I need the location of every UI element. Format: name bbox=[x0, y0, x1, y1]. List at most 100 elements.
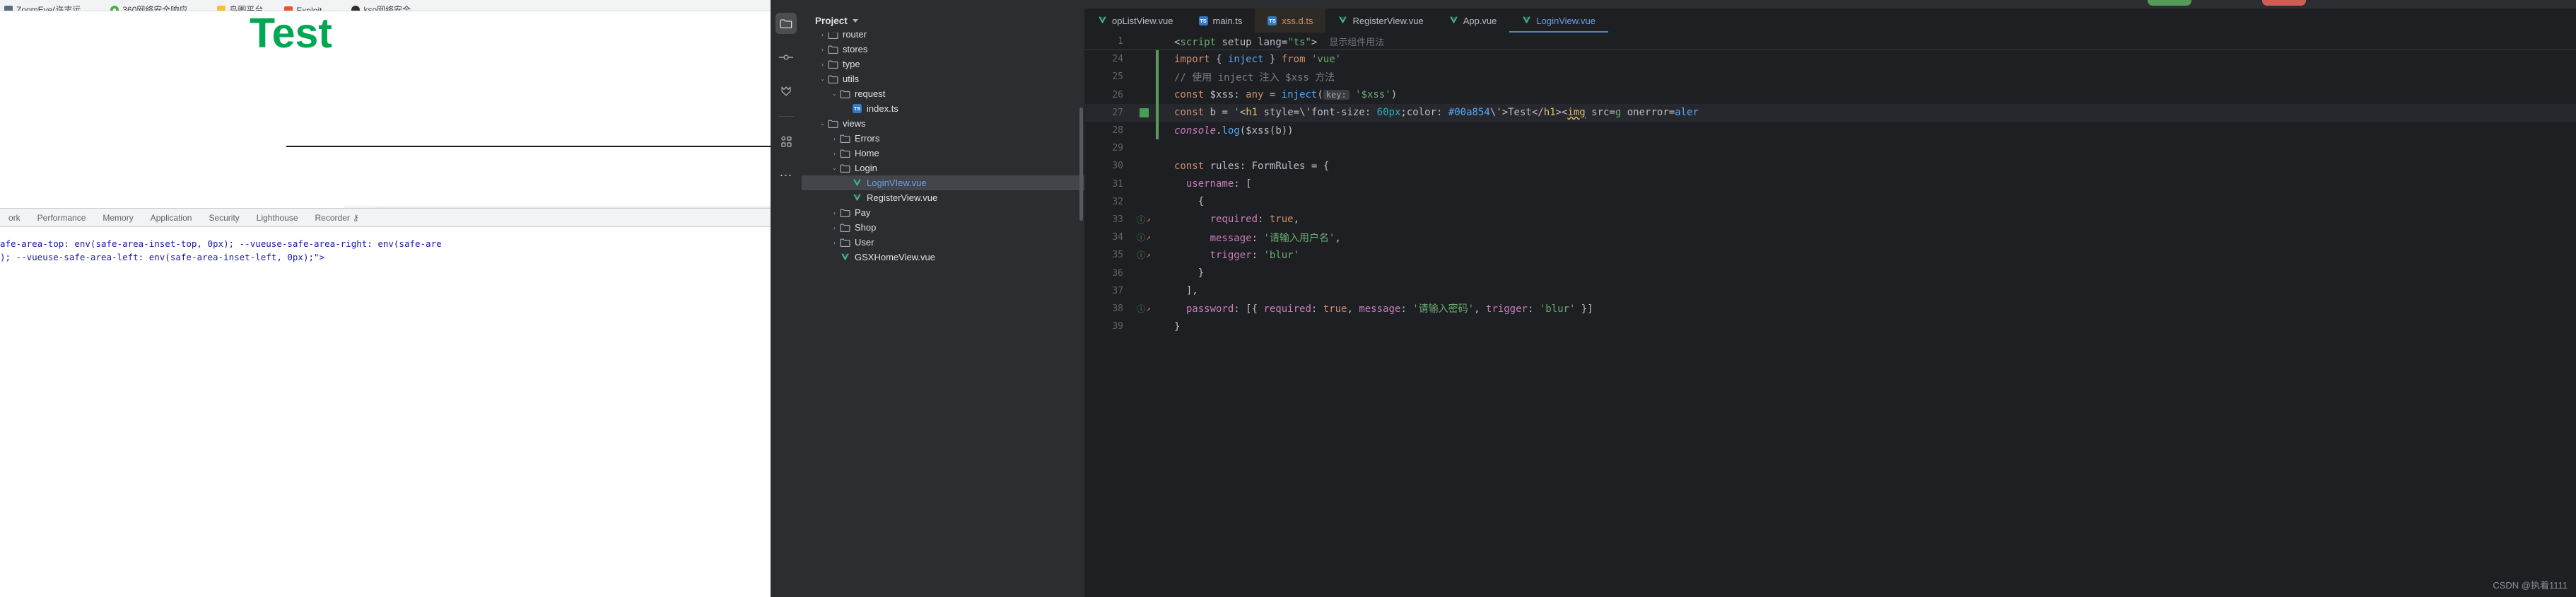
vue-file-icon bbox=[1449, 16, 1458, 26]
tree-item[interactable]: ›RegisterView.vue bbox=[802, 190, 1084, 205]
line-number: 39 bbox=[1112, 321, 1123, 332]
tree-item[interactable]: › router bbox=[802, 33, 1084, 42]
code-line[interactable]: 26 const $xss: any = inject(key: '$xss') bbox=[1085, 86, 2576, 104]
tree-item-label: RegisterView.vue bbox=[867, 192, 938, 203]
code-line[interactable]: 29 bbox=[1085, 139, 2576, 157]
tree-item[interactable]: ⌄ utils bbox=[802, 71, 1084, 86]
devtools-tab-network[interactable]: ork bbox=[0, 209, 29, 227]
intention-bulb-icon[interactable]: ⓘ bbox=[1137, 231, 1145, 243]
line-number: 29 bbox=[1112, 143, 1123, 154]
project-panel-header[interactable]: Project bbox=[802, 8, 1084, 33]
editor-tab[interactable]: LoginView.vue bbox=[1509, 8, 1608, 33]
editor-tab[interactable]: TS xss.d.ts bbox=[1255, 8, 1326, 33]
vue-file-icon bbox=[851, 194, 863, 202]
vcs-change-marker[interactable] bbox=[1139, 108, 1149, 117]
bookmarks-bar: ZoomEye(许志远… 360网络安全响应… 鸟图平台 Exploit… ks… bbox=[0, 0, 771, 11]
tree-item[interactable]: ⌄ Login bbox=[802, 161, 1084, 175]
intention-bulb-icon[interactable]: ⓘ bbox=[1137, 249, 1145, 261]
ide-tool-rail: ⋯ bbox=[771, 8, 802, 597]
code-line[interactable]: 35 ⓘ ↗ trigger: 'blur' bbox=[1085, 246, 2576, 264]
line-number: 26 bbox=[1112, 89, 1123, 100]
tree-expand-arrow[interactable]: ⌄ bbox=[818, 120, 827, 127]
tree-expand-arrow[interactable]: ⌄ bbox=[818, 75, 827, 83]
project-file-tree[interactable]: › router › stores › type ⌄ utils ⌄ request › TS inde… bbox=[802, 33, 1084, 597]
tree-item[interactable]: ›GSXHomeView.vue bbox=[802, 250, 1084, 265]
tree-item-label: router bbox=[843, 33, 867, 40]
devtools-tab-recorder-label: Recorder bbox=[315, 212, 350, 223]
tree-expand-arrow[interactable]: › bbox=[818, 61, 827, 68]
code-text: password: [{ required: true, message: '请… bbox=[1185, 303, 1593, 315]
tree-item[interactable]: › Home bbox=[802, 146, 1084, 161]
code-text: { bbox=[1174, 196, 1205, 208]
tree-item-label: Shop bbox=[855, 222, 877, 233]
tree-item[interactable]: › stores bbox=[802, 42, 1084, 57]
editor-tab-bar[interactable]: opListView.vue TS main.ts TS xss.d.ts Registe… bbox=[1085, 8, 2576, 33]
more-icon[interactable]: ⋯ bbox=[775, 165, 797, 186]
editor-tab[interactable]: opListView.vue bbox=[1085, 8, 1186, 33]
tree-item-label: Home bbox=[855, 148, 879, 158]
code-line[interactable]: 24 import { inject } from 'vue' bbox=[1085, 50, 2576, 69]
intention-bulb-icon[interactable]: ⓘ bbox=[1137, 214, 1145, 226]
tree-expand-arrow[interactable]: › bbox=[830, 239, 839, 246]
commit-icon[interactable] bbox=[775, 47, 797, 68]
screen-root: ZoomEye(许志远… 360网络安全响应… 鸟图平台 Exploit… ks… bbox=[0, 0, 2576, 597]
code-line[interactable]: 33 ⓘ ↗ required: true, bbox=[1085, 211, 2576, 228]
rail-divider bbox=[778, 116, 794, 117]
code-line[interactable]: 38 ⓘ ↗ password: [{ required: true, messag… bbox=[1085, 300, 2576, 318]
devtools-tab-memory[interactable]: Memory bbox=[94, 209, 141, 227]
run-button[interactable] bbox=[2148, 0, 2191, 6]
line-number: 33 bbox=[1112, 214, 1123, 225]
code-text: const rules: FormRules = { bbox=[1174, 160, 1330, 172]
code-line[interactable]: 34 ⓘ ↗ message: '请输入用户名', bbox=[1085, 228, 2576, 246]
project-icon[interactable] bbox=[775, 13, 797, 34]
tree-expand-arrow[interactable]: › bbox=[818, 46, 827, 53]
tree-item[interactable]: ⌄ views bbox=[802, 116, 1084, 131]
tree-expand-arrow[interactable]: › bbox=[830, 135, 839, 142]
devtools-tab-security[interactable]: Security bbox=[200, 209, 247, 227]
code-line[interactable]: 30 const rules: FormRules = { bbox=[1085, 157, 2576, 175]
tree-expand-arrow[interactable]: ⌄ bbox=[830, 164, 839, 172]
code-line[interactable]: 39} bbox=[1085, 318, 2576, 335]
stop-button[interactable] bbox=[2262, 0, 2306, 6]
tree-expand-arrow[interactable]: › bbox=[830, 150, 839, 157]
tree-item[interactable]: › Errors bbox=[802, 131, 1084, 146]
code-editor[interactable]: 1 <script setup lang="ts"> 显示组件用法 24 import… bbox=[1085, 33, 2576, 597]
line-number: 35 bbox=[1112, 250, 1123, 261]
tree-expand-arrow[interactable]: › bbox=[830, 209, 839, 216]
editor-tab[interactable]: RegisterView.vue bbox=[1325, 8, 1436, 33]
code-line[interactable]: 28 console.log($xss(b)) bbox=[1085, 121, 2576, 140]
vue-file-icon bbox=[1338, 16, 1347, 26]
devtools-tab-lighthouse[interactable]: Lighthouse bbox=[248, 209, 307, 227]
code-line[interactable]: 36 } bbox=[1085, 264, 2576, 282]
folder-icon bbox=[827, 60, 839, 69]
tree-expand-arrow[interactable]: › bbox=[830, 224, 839, 231]
tree-item[interactable]: ⌄ request bbox=[802, 86, 1084, 101]
code-line[interactable]: 31 username: [ bbox=[1085, 175, 2576, 193]
code-line[interactable]: 25 // 使用 inject 注入 $xss 方法 bbox=[1085, 68, 2576, 86]
tree-item[interactable]: ›TSindex.ts bbox=[802, 101, 1084, 116]
editor-tab[interactable]: App.vue bbox=[1436, 8, 1510, 33]
code-line[interactable]: 37 ], bbox=[1085, 282, 2576, 300]
devtools-tab-recorder[interactable]: Recorder ⚷ bbox=[307, 209, 368, 227]
tree-item[interactable]: › User bbox=[802, 235, 1084, 250]
typescript-file-icon: TS bbox=[853, 104, 862, 113]
tree-expand-arrow[interactable]: ⌄ bbox=[830, 90, 839, 98]
devtools-tab-performance[interactable]: Performance bbox=[29, 209, 95, 227]
editor-area: opListView.vue TS main.ts TS xss.d.ts Registe… bbox=[1085, 8, 2576, 597]
tree-item-label: utils bbox=[843, 74, 860, 84]
tree-expand-arrow[interactable]: › bbox=[818, 33, 827, 38]
gutter-marks: ⓘ ↗ bbox=[1132, 303, 1156, 315]
chevron-down-icon[interactable] bbox=[852, 18, 858, 23]
tree-item-selected[interactable]: ›LoginVIew.vue bbox=[802, 175, 1084, 190]
tree-scrollbar[interactable] bbox=[1079, 108, 1083, 221]
code-line[interactable]: 27 const b = '<h1 style=\'font-size: 60px… bbox=[1085, 103, 2576, 122]
tree-item[interactable]: › Shop bbox=[802, 220, 1084, 235]
code-line[interactable]: 32 { bbox=[1085, 193, 2576, 211]
tree-item[interactable]: › Pay bbox=[802, 205, 1084, 220]
pull-requests-icon[interactable] bbox=[775, 81, 797, 102]
intention-bulb-icon[interactable]: ⓘ bbox=[1137, 303, 1145, 315]
devtools-tab-application[interactable]: Application bbox=[142, 209, 201, 227]
structure-icon[interactable] bbox=[775, 131, 797, 152]
tree-item[interactable]: › type bbox=[802, 57, 1084, 71]
editor-tab[interactable]: TS main.ts bbox=[1186, 8, 1255, 33]
